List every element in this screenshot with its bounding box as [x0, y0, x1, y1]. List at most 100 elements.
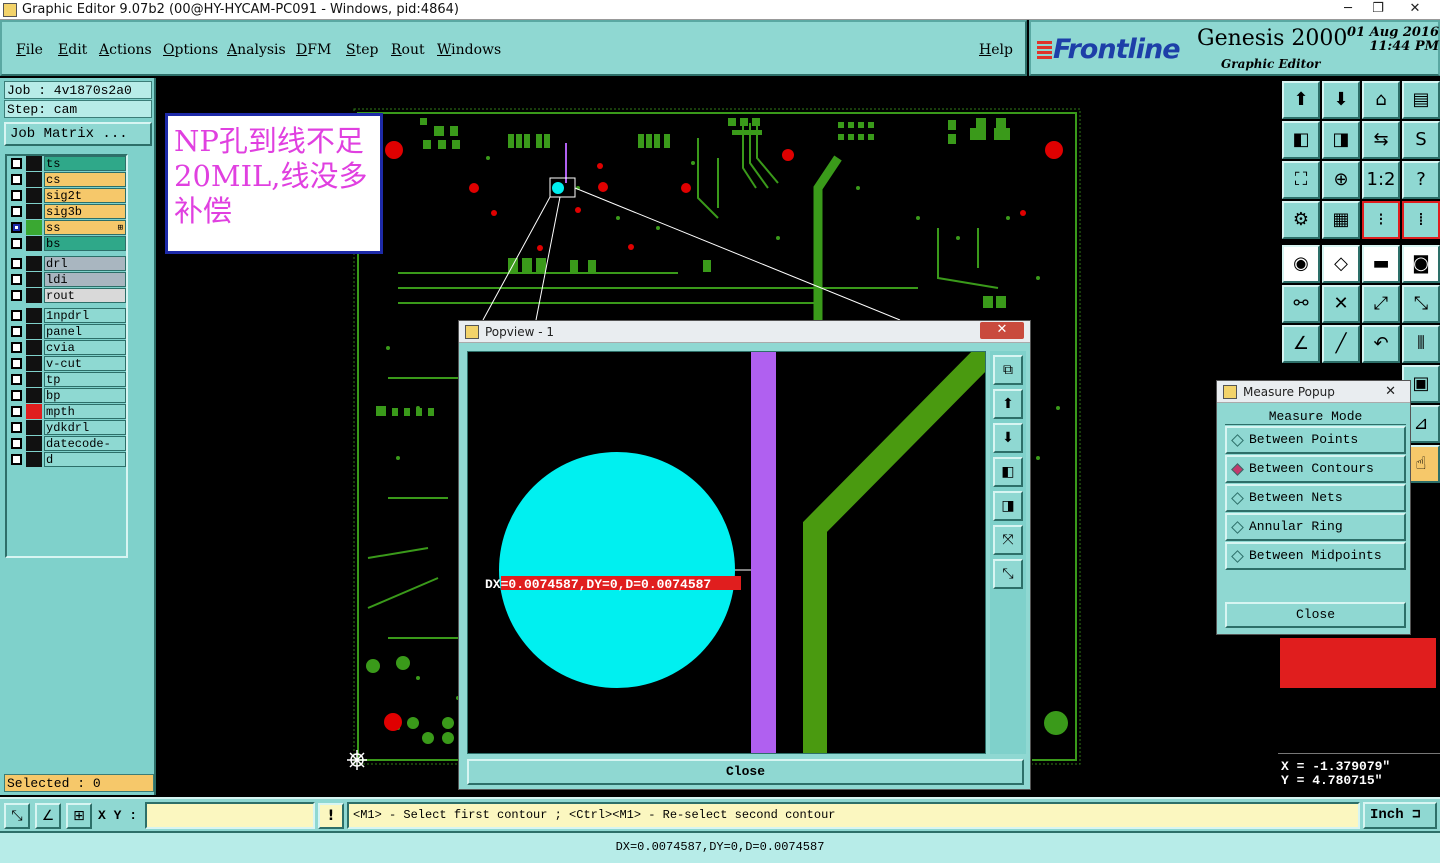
layer-checkbox[interactable]: [11, 274, 22, 285]
layer-row-datecode-ts[interactable]: datecode-ts: [9, 436, 126, 466]
layer-checkbox[interactable]: [11, 310, 22, 321]
layer-checkbox[interactable]: [11, 238, 22, 249]
layer-checkbox[interactable]: [11, 326, 22, 337]
layer-name[interactable]: ldi: [44, 272, 126, 287]
layer-color-swatch[interactable]: [26, 236, 42, 251]
layer-name[interactable]: bp: [44, 388, 126, 403]
layer-checkbox[interactable]: [11, 406, 22, 417]
layer-name[interactable]: mpth: [44, 404, 126, 419]
alert-button[interactable]: !: [318, 803, 344, 829]
zoom-out-icon[interactable]: ⤡: [993, 559, 1023, 589]
home-top-icon[interactable]: ⬆: [1282, 81, 1320, 119]
menu-rout[interactable]: Rout: [391, 42, 425, 58]
flip-icon[interactable]: ⇆: [1362, 121, 1400, 159]
layer-row-ldi[interactable]: ldi: [9, 272, 126, 287]
zoom-fit-icon[interactable]: ⧉: [993, 355, 1023, 385]
angle-icon[interactable]: ∠: [35, 803, 61, 829]
layer-red-icon[interactable]: ⁝: [1362, 201, 1400, 239]
undo-icon[interactable]: ↶: [1362, 325, 1400, 363]
dotted-square-icon[interactable]: ◙: [1402, 245, 1440, 283]
layer-name[interactable]: sig2t: [44, 188, 126, 203]
layer-color-swatch[interactable]: [26, 452, 42, 467]
popview-close-x-button[interactable]: ✕: [980, 322, 1024, 339]
menu-windows[interactable]: Windows: [437, 42, 501, 58]
menu-step[interactable]: Step: [346, 42, 378, 58]
layer-row-tp[interactable]: tp: [9, 372, 126, 387]
layer-checkbox[interactable]: [11, 258, 22, 269]
ruler-icon[interactable]: ▬: [1362, 245, 1400, 283]
pan-right-icon[interactable]: ◨: [993, 491, 1023, 521]
layer-row-ss[interactable]: ss ⊞: [9, 220, 126, 235]
layer-name[interactable]: rout: [44, 288, 126, 303]
layer-row-cs[interactable]: cs: [9, 172, 126, 187]
job-matrix-button[interactable]: Job Matrix ...: [4, 122, 152, 146]
xy-input[interactable]: [145, 802, 315, 829]
layer-name[interactable]: ts: [44, 156, 126, 171]
layer-checkbox[interactable]: [11, 222, 22, 233]
layer-color-swatch[interactable]: [26, 272, 42, 287]
connect-alt-icon[interactable]: ⤡: [1402, 285, 1440, 323]
layer-row-sig2t[interactable]: sig2t: [9, 188, 126, 203]
zoom-area-icon[interactable]: ⊕: [1322, 161, 1360, 199]
layer-row-drl[interactable]: drl: [9, 256, 126, 271]
layer-name[interactable]: v-cut: [44, 356, 126, 371]
layer-name[interactable]: bs: [44, 236, 126, 251]
mode-between-points[interactable]: Between Points: [1225, 426, 1406, 454]
home-icon[interactable]: ⌂: [1362, 81, 1400, 119]
layer-checkbox[interactable]: [11, 158, 22, 169]
net-icon[interactable]: ⚯: [1282, 285, 1320, 323]
popview-close-button[interactable]: Close: [467, 759, 1024, 785]
layer-checkbox[interactable]: [11, 454, 22, 465]
layer-color-swatch[interactable]: [26, 420, 42, 435]
measure-close-x-button[interactable]: ✕: [1385, 381, 1396, 403]
layer-row-bs[interactable]: bs: [9, 236, 126, 251]
layer-checkbox[interactable]: [11, 190, 22, 201]
snap-icon[interactable]: S: [1402, 121, 1440, 159]
zoom-fit-icon[interactable]: ⛶: [1282, 161, 1320, 199]
layer-checkbox[interactable]: [11, 374, 22, 385]
zoom-in-icon[interactable]: ⤧: [993, 525, 1023, 555]
mirror-icon[interactable]: ⫴: [1402, 325, 1440, 363]
layer-name[interactable]: 1npdrl: [44, 308, 126, 323]
menu-edit[interactable]: Edit: [58, 42, 87, 58]
layer-color-swatch[interactable]: [26, 188, 42, 203]
resize-icon[interactable]: ⤡: [4, 803, 30, 829]
layer-color-swatch[interactable]: [26, 204, 42, 219]
layer-name[interactable]: d: [44, 452, 126, 467]
layer-red-alt-icon[interactable]: ⁞: [1402, 201, 1440, 239]
layer-color-swatch[interactable]: [26, 404, 42, 419]
layer-name[interactable]: sig3b: [44, 204, 126, 219]
layer-color-swatch[interactable]: [26, 288, 42, 303]
help-icon[interactable]: ?: [1402, 161, 1440, 199]
popview-canvas[interactable]: DX=0.0074587,DY=0,D=0.0074587: [467, 351, 986, 754]
layer-checkbox[interactable]: [11, 290, 22, 301]
units-select[interactable]: Inch ⊐: [1363, 802, 1437, 829]
pan-left-icon[interactable]: ◧: [1282, 121, 1320, 159]
close-window-button[interactable]: ✕: [1393, 0, 1437, 18]
layer-row-d[interactable]: d: [9, 452, 126, 467]
layer-row-ts[interactable]: ts: [9, 156, 126, 171]
np-hole[interactable]: [499, 452, 735, 688]
layer-checkbox[interactable]: [11, 342, 22, 353]
menu-file[interactable]: File: [16, 42, 43, 58]
green-trace[interactable]: [803, 352, 986, 754]
mode-between-midpoints[interactable]: Between Midpoints: [1225, 542, 1406, 570]
pan-right-icon[interactable]: ◨: [1322, 121, 1360, 159]
layer-row-rout[interactable]: rout: [9, 288, 126, 303]
layer-name[interactable]: cs: [44, 172, 126, 187]
layer-row-1npdrl[interactable]: 1npdrl: [9, 308, 126, 323]
feature-shape-icon[interactable]: ◇: [1322, 245, 1360, 283]
layer-name[interactable]: drl: [44, 256, 126, 271]
layer-checkbox[interactable]: [11, 206, 22, 217]
layer-checkbox[interactable]: [11, 422, 22, 433]
grid-icon[interactable]: ▦: [1322, 201, 1360, 239]
layer-color-swatch[interactable]: [26, 256, 42, 271]
line-icon[interactable]: ╱: [1322, 325, 1360, 363]
layer-color-swatch[interactable]: [26, 340, 42, 355]
mode-annular-ring[interactable]: Annular Ring: [1225, 513, 1406, 541]
layer-row-ydkdrl[interactable]: ydkdrl: [9, 420, 126, 435]
layer-row-sig3b[interactable]: sig3b: [9, 204, 126, 219]
layer-color-swatch[interactable]: [26, 388, 42, 403]
layer-color-swatch[interactable]: [26, 308, 42, 323]
layer-row-bp[interactable]: bp: [9, 388, 126, 403]
